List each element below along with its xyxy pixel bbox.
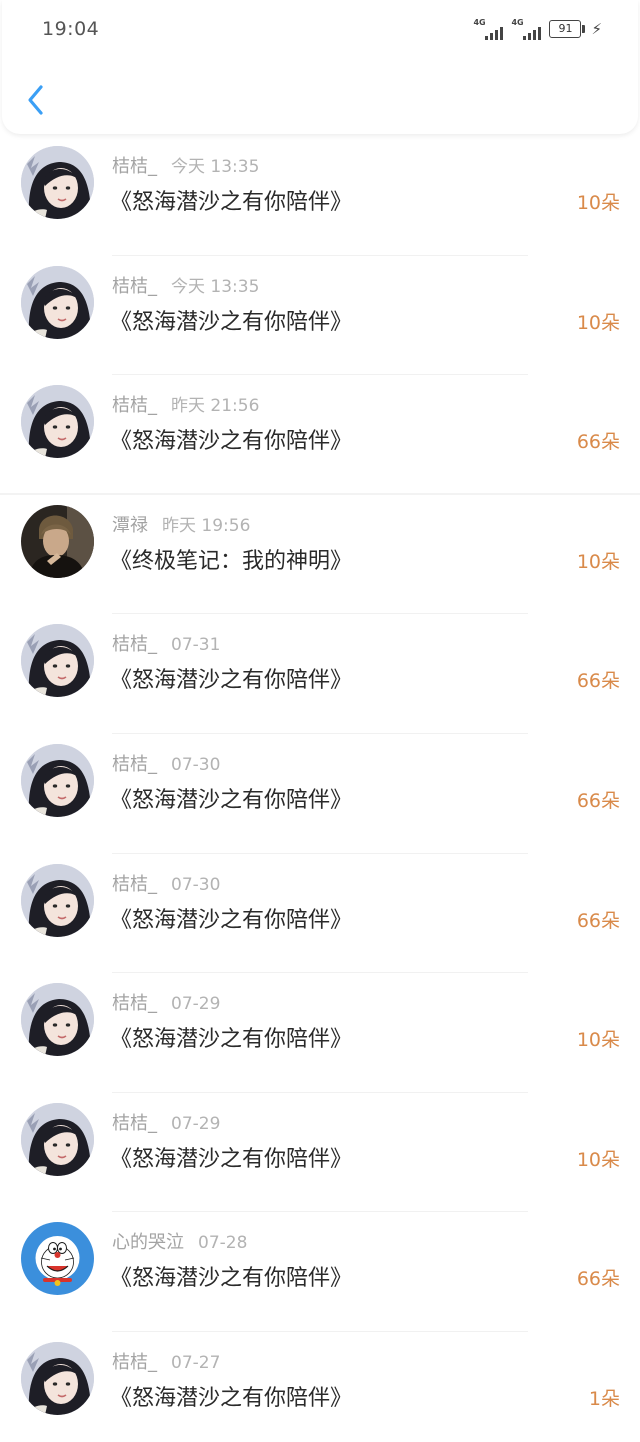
flower-count: 66朵 xyxy=(576,789,620,812)
gift-time: 07-29 xyxy=(171,994,221,1015)
flower-count: 10朵 xyxy=(576,550,620,573)
flower-count: 10朵 xyxy=(576,1148,620,1171)
network-type-label: 4G xyxy=(511,18,524,27)
gift-row[interactable]: 桔桔_ 07-30 《怒海潜沙之有你陪伴》 66朵 xyxy=(0,854,640,974)
signal-icon: 4G xyxy=(511,18,542,40)
gift-time: 07-29 xyxy=(171,1113,221,1134)
book-title[interactable]: 《怒海潜沙之有你陪伴》 xyxy=(110,1141,352,1173)
flower-count: 10朵 xyxy=(576,1029,620,1052)
gift-meta: 桔桔_ 昨天 21:56 xyxy=(112,391,259,417)
username[interactable]: 桔桔_ xyxy=(112,1352,157,1373)
gift-time: 昨天 19:56 xyxy=(162,515,251,536)
user-avatar[interactable] xyxy=(21,265,94,339)
gift-time: 07-30 xyxy=(171,754,221,775)
username[interactable]: 桔桔_ xyxy=(112,1113,157,1134)
gift-time: 昨天 21:56 xyxy=(171,396,260,417)
user-avatar[interactable] xyxy=(21,743,94,817)
gift-meta: 桔桔_ 今天 13:35 xyxy=(112,272,259,298)
gift-row[interactable]: 桔桔_ 07-27 《怒海潜沙之有你陪伴》 1朵 xyxy=(0,1332,640,1442)
user-avatar[interactable] xyxy=(21,863,94,937)
gift-meta: 桔桔_ 07-29 xyxy=(112,1109,220,1135)
user-avatar[interactable] xyxy=(21,504,94,578)
username[interactable]: 桔桔_ xyxy=(112,754,157,775)
user-avatar[interactable] xyxy=(21,983,94,1057)
flower-count: 10朵 xyxy=(576,311,620,334)
flower-count: 66朵 xyxy=(576,670,620,693)
gift-meta: 桔桔_ 07-29 xyxy=(112,989,220,1015)
gift-row[interactable]: 桔桔_ 07-30 《怒海潜沙之有你陪伴》 66朵 xyxy=(0,734,640,854)
chevron-left-icon xyxy=(28,85,43,115)
gift-row[interactable]: 桔桔_ 07-29 《怒海潜沙之有你陪伴》 10朵 xyxy=(0,973,640,1093)
username[interactable]: 桔桔_ xyxy=(112,276,157,297)
username[interactable]: 桔桔_ xyxy=(112,395,157,416)
gift-row[interactable]: 桔桔_ 昨天 21:56 《怒海潜沙之有你陪伴》 66朵 xyxy=(0,375,640,495)
gift-time: 07-28 xyxy=(198,1233,248,1254)
gift-row[interactable]: 桔桔_ 07-31 《怒海潜沙之有你陪伴》 66朵 xyxy=(0,614,640,734)
username[interactable]: 桔桔_ xyxy=(112,156,157,177)
gift-meta: 心的哭泣 07-28 xyxy=(112,1228,247,1254)
book-title[interactable]: 《怒海潜沙之有你陪伴》 xyxy=(110,662,352,694)
battery-level: 91 xyxy=(558,22,573,35)
username[interactable]: 桔桔_ xyxy=(112,634,157,655)
gift-meta: 桔桔_ 07-27 xyxy=(112,1348,220,1374)
gift-row[interactable]: 桔桔_ 今天 13:35 《怒海潜沙之有你陪伴》 10朵 xyxy=(0,256,640,376)
status-icons: 4G 4G 91 ⚡ xyxy=(473,16,602,42)
gift-time: 07-27 xyxy=(171,1352,221,1373)
book-title[interactable]: 《怒海潜沙之有你陪伴》 xyxy=(110,184,352,216)
user-avatar[interactable] xyxy=(21,146,94,219)
username[interactable]: 桔桔_ xyxy=(112,993,157,1014)
flower-count: 66朵 xyxy=(576,431,620,454)
gift-meta: 桔桔_ 07-30 xyxy=(112,750,220,776)
user-avatar[interactable] xyxy=(21,1341,94,1415)
gift-time: 今天 13:35 xyxy=(171,157,260,177)
gift-row[interactable]: 心的哭泣 07-28 《怒海潜沙之有你陪伴》 66朵 xyxy=(0,1212,640,1332)
user-avatar[interactable] xyxy=(21,1222,94,1296)
gift-meta: 桔桔_ 今天 13:35 xyxy=(112,152,259,178)
battery-icon: 91 xyxy=(549,20,586,38)
gift-meta: 桔桔_ 07-31 xyxy=(112,630,220,656)
flower-count: 66朵 xyxy=(576,909,620,932)
gift-meta: 桔桔_ 07-30 xyxy=(112,870,220,896)
user-avatar[interactable] xyxy=(21,385,94,459)
book-title[interactable]: 《怒海潜沙之有你陪伴》 xyxy=(110,1260,352,1292)
user-avatar[interactable] xyxy=(21,624,94,698)
flower-count: 66朵 xyxy=(576,1268,620,1291)
book-title[interactable]: 《怒海潜沙之有你陪伴》 xyxy=(110,1021,352,1053)
flower-count: 1朵 xyxy=(588,1387,620,1410)
gift-time: 07-30 xyxy=(171,874,221,895)
book-title[interactable]: 《终极笔记：我的神明》 xyxy=(110,543,352,575)
charging-icon: ⚡ xyxy=(591,20,602,38)
network-type-label: 4G xyxy=(473,18,486,27)
book-title[interactable]: 《怒海潜沙之有你陪伴》 xyxy=(110,304,352,336)
gift-row[interactable]: 桔桔_ 今天 13:35 《怒海潜沙之有你陪伴》 10朵 xyxy=(0,136,640,256)
gift-meta: 潭禄 昨天 19:56 xyxy=(112,511,250,537)
gift-list: 桔桔_ 今天 13:35 《怒海潜沙之有你陪伴》 10朵 桔桔_ 今天 13:35 《怒海… xyxy=(0,136,640,1442)
username[interactable]: 潭禄 xyxy=(112,515,148,536)
back-button[interactable] xyxy=(22,80,52,120)
gift-row[interactable]: 潭禄 昨天 19:56 《终极笔记：我的神明》 10朵 xyxy=(0,495,640,615)
top-bar: 19:04 4G 4G 91 ⚡ xyxy=(2,0,638,134)
status-time: 19:04 xyxy=(42,18,100,40)
book-title[interactable]: 《怒海潜沙之有你陪伴》 xyxy=(110,423,352,455)
username[interactable]: 心的哭泣 xyxy=(112,1232,184,1253)
book-title[interactable]: 《怒海潜沙之有你陪伴》 xyxy=(110,1380,352,1412)
book-title[interactable]: 《怒海潜沙之有你陪伴》 xyxy=(110,902,352,934)
user-avatar[interactable] xyxy=(21,1102,94,1176)
gift-time: 今天 13:35 xyxy=(171,276,260,297)
username[interactable]: 桔桔_ xyxy=(112,874,157,895)
gift-time: 07-31 xyxy=(171,635,221,656)
signal-icon: 4G xyxy=(473,18,504,40)
flower-count: 10朵 xyxy=(576,192,620,214)
book-title[interactable]: 《怒海潜沙之有你陪伴》 xyxy=(110,782,352,814)
gift-row[interactable]: 桔桔_ 07-29 《怒海潜沙之有你陪伴》 10朵 xyxy=(0,1093,640,1213)
